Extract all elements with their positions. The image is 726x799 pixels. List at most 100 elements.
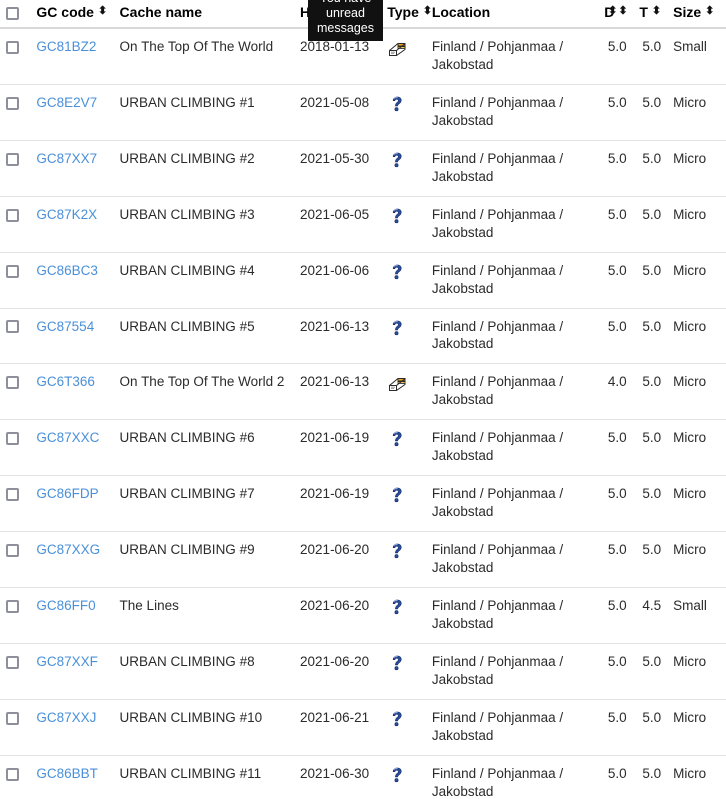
- sort-icon-difficulty[interactable]: ⬍: [618, 5, 627, 17]
- mystery-cache-icon[interactable]: [387, 653, 420, 673]
- cell-size: Micro: [667, 531, 726, 589]
- row-checkbox[interactable]: [6, 96, 19, 110]
- cell-terrain: 5.0: [632, 196, 668, 253]
- sort-icon-gc-code[interactable]: ⬍: [98, 5, 107, 17]
- row-checkbox[interactable]: [6, 655, 19, 669]
- gc-code-link[interactable]: GC81BZ2: [36, 39, 96, 54]
- cell-cache-name: URBAN CLIMBING #4: [113, 252, 295, 309]
- mystery-cache-icon[interactable]: [387, 262, 420, 282]
- sort-icon-location[interactable]: ⬍: [608, 5, 617, 17]
- cell-cache-name: URBAN CLIMBING #7: [113, 475, 295, 533]
- row-checkbox[interactable]: [6, 376, 19, 390]
- cell-difficulty: 5.0: [598, 84, 633, 141]
- cell-hidden-date: 2021-06-30: [294, 755, 382, 799]
- table-row[interactable]: GC87XXG URBAN CLIMBING #9 2021-06-20 Finlan…: [0, 531, 726, 589]
- mystery-cache-icon[interactable]: [387, 94, 420, 114]
- row-checkbox[interactable]: [6, 600, 19, 613]
- column-header-type[interactable]: Type ⬍: [381, 0, 432, 29]
- cell-gc-code: GC86BC3: [30, 252, 114, 309]
- column-header-terrain[interactable]: T ⬍: [632, 0, 668, 29]
- cell-difficulty: 5.0: [598, 140, 633, 197]
- geocache-table: GC code ⬍ Cache name ⬍ Hidden ⬍: [0, 0, 726, 799]
- row-checkbox[interactable]: [6, 40, 19, 54]
- cell-difficulty: 5.0: [598, 643, 633, 700]
- row-checkbox[interactable]: [6, 264, 19, 278]
- row-select-cell: [0, 587, 31, 644]
- cell-location: Finland / Pohjanmaa / Jakobstad: [425, 587, 599, 644]
- cell-hidden-date: 2021-05-08: [294, 84, 382, 141]
- gc-code-link[interactable]: GC87K2X: [36, 207, 97, 222]
- table-row[interactable]: GC87554 URBAN CLIMBING #5 2021-06-13 Finlan…: [0, 308, 726, 365]
- row-select-cell: [0, 419, 31, 477]
- row-checkbox[interactable]: [6, 320, 19, 334]
- gc-code-link[interactable]: GC6T366: [36, 374, 95, 389]
- gc-code-link[interactable]: GC87XXG: [36, 542, 100, 557]
- letterbox-hybrid-icon[interactable]: [387, 38, 420, 58]
- gc-code-link[interactable]: GC87XXJ: [36, 710, 96, 725]
- mystery-cache-icon[interactable]: [387, 541, 420, 561]
- letterbox-hybrid-icon[interactable]: [387, 373, 420, 393]
- table-row[interactable]: GC86BBT URBAN CLIMBING #11 2021-06-30 Finla…: [0, 755, 726, 799]
- gc-code-link[interactable]: GC86FF0: [36, 598, 95, 613]
- cell-difficulty: 5.0: [598, 419, 633, 477]
- column-header-gc-code[interactable]: GC code ⬍: [30, 0, 114, 29]
- row-checkbox[interactable]: [6, 767, 19, 781]
- cell-size: Micro: [667, 643, 726, 700]
- mystery-cache-icon[interactable]: [387, 709, 420, 729]
- column-header-cache-name[interactable]: Cache name ⬍: [113, 0, 368, 29]
- cell-size: Micro: [667, 196, 726, 253]
- mystery-cache-icon[interactable]: [387, 206, 420, 226]
- table-row[interactable]: GC87K2X URBAN CLIMBING #3 2021-06-05 Finlan…: [0, 196, 726, 253]
- cell-type: [381, 419, 426, 477]
- row-select-cell: [0, 363, 31, 421]
- table-row[interactable]: GC6T366 On The Top Of The World 2 2021-06-…: [0, 363, 726, 421]
- gc-code-link[interactable]: GC87554: [36, 319, 94, 334]
- cell-location: Finland / Pohjanmaa / Jakobstad: [425, 531, 599, 589]
- row-checkbox[interactable]: [6, 488, 19, 502]
- cell-hidden-date: 2021-06-13: [294, 363, 382, 421]
- table-row[interactable]: GC87XXJ URBAN CLIMBING #10 2021-06-21 Finla…: [0, 699, 726, 756]
- gc-code-link[interactable]: GC87XXC: [36, 430, 99, 445]
- cell-cache-name: URBAN CLIMBING #6: [113, 419, 295, 477]
- unread-messages-toast[interactable]: You have unread messages: [308, 0, 383, 41]
- gc-code-link[interactable]: GC87XXF: [36, 654, 98, 669]
- row-checkbox[interactable]: [6, 432, 19, 446]
- column-header-location[interactable]: Location ⬍: [425, 0, 617, 29]
- gc-code-link[interactable]: GC86BBT: [36, 766, 98, 781]
- mystery-cache-icon[interactable]: [387, 597, 420, 617]
- column-header-size[interactable]: Size ⬍: [667, 0, 726, 29]
- table-row[interactable]: GC86FF0 The Lines 2021-06-20 Finland / Pohj…: [0, 587, 726, 644]
- sort-icon-terrain[interactable]: ⬍: [652, 5, 661, 17]
- sort-icon-size[interactable]: ⬍: [705, 5, 714, 17]
- table-row[interactable]: GC86BC3 URBAN CLIMBING #4 2021-06-06 Finlan…: [0, 252, 726, 309]
- row-checkbox[interactable]: [6, 208, 19, 222]
- row-checkbox[interactable]: [6, 544, 19, 558]
- gc-code-link[interactable]: GC86FDP: [36, 486, 98, 501]
- table-row[interactable]: GC8E2V7 URBAN CLIMBING #1 2021-05-08 Finlan…: [0, 84, 726, 141]
- mystery-cache-icon[interactable]: [387, 485, 420, 505]
- select-all-checkbox[interactable]: [6, 6, 19, 20]
- cell-gc-code: GC87554: [30, 308, 114, 365]
- cell-gc-code: GC8E2V7: [30, 84, 114, 141]
- table-row[interactable]: GC87XXC URBAN CLIMBING #6 2021-06-19 Finlan…: [0, 419, 726, 477]
- row-checkbox[interactable]: [6, 152, 19, 166]
- cell-cache-name: URBAN CLIMBING #10: [113, 699, 295, 756]
- cell-difficulty: 4.0: [598, 363, 633, 421]
- mystery-cache-icon[interactable]: [387, 150, 420, 170]
- cell-cache-name: URBAN CLIMBING #3: [113, 196, 295, 253]
- mystery-cache-icon[interactable]: [387, 429, 420, 449]
- cell-terrain: 5.0: [632, 252, 668, 309]
- gc-code-link[interactable]: GC86BC3: [36, 263, 98, 278]
- gc-code-link[interactable]: GC8E2V7: [36, 95, 97, 110]
- cell-terrain: 5.0: [632, 475, 668, 533]
- table-row[interactable]: GC87XXF URBAN CLIMBING #8 2021-06-20 Finlan…: [0, 643, 726, 700]
- table-row[interactable]: GC86FDP URBAN CLIMBING #7 2021-06-19 Finlan…: [0, 475, 726, 533]
- sort-icon-type[interactable]: ⬍: [423, 5, 432, 17]
- cell-difficulty: 5.0: [598, 699, 633, 756]
- row-checkbox[interactable]: [6, 711, 19, 725]
- mystery-cache-icon[interactable]: [387, 765, 420, 785]
- cache-list-page: GC code ⬍ Cache name ⬍ Hidden ⬍: [0, 0, 726, 799]
- mystery-cache-icon[interactable]: [387, 318, 420, 338]
- gc-code-link[interactable]: GC87XX7: [36, 151, 97, 166]
- table-row[interactable]: GC87XX7 URBAN CLIMBING #2 2021-05-30 Finlan…: [0, 140, 726, 197]
